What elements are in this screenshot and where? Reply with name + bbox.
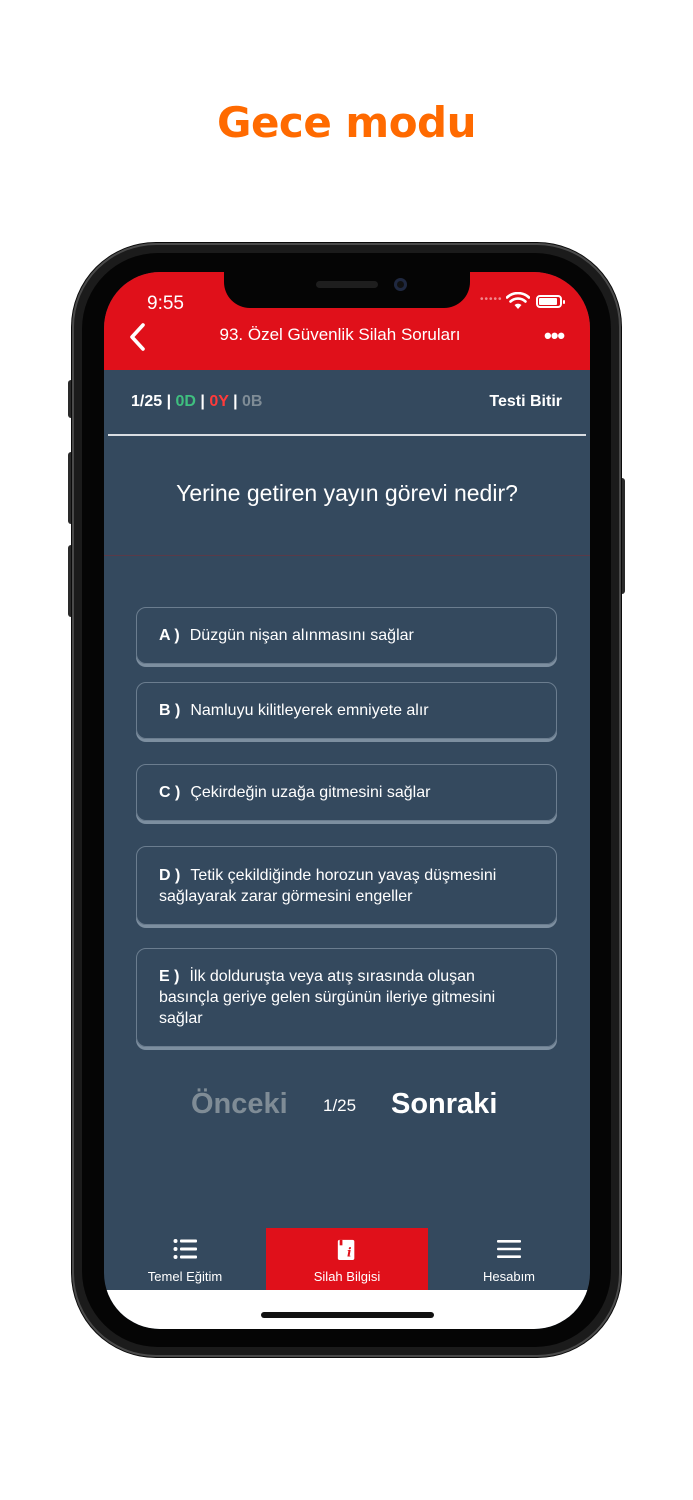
wifi-icon: [506, 292, 530, 309]
option-letter: D ): [159, 866, 181, 884]
question-text: Yerine getiren yayın görevi nedir?: [176, 480, 518, 506]
option-label: Düzgün nişan alınmasını sağlar: [189, 627, 414, 644]
back-chevron-icon[interactable]: [126, 322, 150, 352]
battery-icon: [536, 295, 565, 308]
previous-button[interactable]: Önceki: [191, 1088, 288, 1121]
answer-option-a[interactable]: A ) Düzgün nişan alınmasını sağlar: [136, 607, 557, 664]
option-letter: B ): [159, 702, 181, 719]
tab-label: Hesabım: [482, 1269, 536, 1284]
empty-count: 0B: [242, 393, 263, 410]
option-text: E ) İlk dolduruşta veya atış sırasında ol…: [159, 966, 534, 1029]
score-separator: |: [162, 393, 176, 410]
page-counter: 1/25: [323, 1096, 357, 1115]
option-text: D ) Tetik çekildiğinde horozun yavaş düşm…: [159, 865, 534, 907]
question-position: 1/25: [131, 393, 163, 410]
header-divider: [108, 434, 586, 436]
page-title: 93. Özel Güvenlik Silah Soruları: [219, 325, 461, 344]
score-summary: 1/25 | 0D | 0Y | 0B: [131, 393, 262, 411]
more-options-icon[interactable]: •••: [544, 325, 565, 347]
bottom-tab-bar: Temel Eğitim i Silah Bilgisi Hesabım: [104, 1228, 590, 1290]
svg-text:i: i: [347, 1245, 352, 1259]
info-book-icon: i: [337, 1239, 355, 1260]
answer-option-e[interactable]: E ) İlk dolduruşta veya atış sırasında ol…: [136, 948, 557, 1047]
option-text: B ) Namluyu kilitleyerek emniyete alır: [159, 700, 429, 721]
answer-option-c[interactable]: C ) Çekirdeğin uzağa gitmesini sağlar: [136, 764, 557, 821]
next-button[interactable]: Sonraki: [391, 1088, 497, 1121]
tab-hesabim[interactable]: Hesabım: [428, 1228, 590, 1290]
safe-area-bottom: [104, 1290, 590, 1329]
option-label: İlk dolduruşta veya atış sırasında oluşa…: [159, 968, 496, 1027]
option-label: Tetik çekildiğinde horozun yavaş düşmesi…: [159, 866, 497, 905]
tab-temel-egitim[interactable]: Temel Eğitim: [104, 1228, 266, 1290]
home-indicator[interactable]: [261, 1312, 434, 1318]
question-divider: [104, 555, 590, 556]
tab-label: Temel Eğitim: [147, 1269, 223, 1284]
promo-title: Gece modu: [216, 98, 477, 147]
finish-test-button[interactable]: Testi Bitir: [489, 393, 562, 411]
status-time: 9:55: [147, 293, 184, 314]
signal-dots-icon: •••••: [480, 294, 503, 305]
option-text: C ) Çekirdeğin uzağa gitmesini sağlar: [159, 782, 430, 803]
wrong-count: 0Y: [209, 393, 229, 410]
camera: [394, 278, 407, 291]
correct-count: 0D: [175, 393, 196, 410]
score-separator: |: [195, 393, 210, 410]
score-separator: |: [228, 393, 242, 410]
answer-option-d[interactable]: D ) Tetik çekildiğinde horozun yavaş düşm…: [136, 846, 557, 925]
option-label: Çekirdeğin uzağa gitmesini sağlar: [190, 784, 431, 801]
option-letter: C ): [159, 784, 181, 801]
speaker: [316, 281, 378, 288]
answer-option-b[interactable]: B ) Namluyu kilitleyerek emniyete alır: [136, 682, 557, 739]
tab-label: Silah Bilgisi: [313, 1269, 381, 1284]
option-label: Namluyu kilitleyerek emniyete alır: [190, 702, 429, 719]
tab-silah-bilgisi[interactable]: i Silah Bilgisi: [266, 1228, 428, 1290]
option-text: A ) Düzgün nişan alınmasını sağlar: [159, 625, 414, 646]
option-letter: E ): [159, 968, 180, 985]
menu-icon: [497, 1240, 521, 1258]
list-icon: [173, 1239, 197, 1259]
phone-screen: 9:55 ••••• 93. Özel Güvenlik Silah Sorul…: [104, 272, 590, 1329]
notch: [224, 272, 470, 308]
option-letter: A ): [159, 627, 180, 644]
app-header: 9:55 ••••• 93. Özel Güvenlik Silah Sorul…: [104, 272, 590, 370]
